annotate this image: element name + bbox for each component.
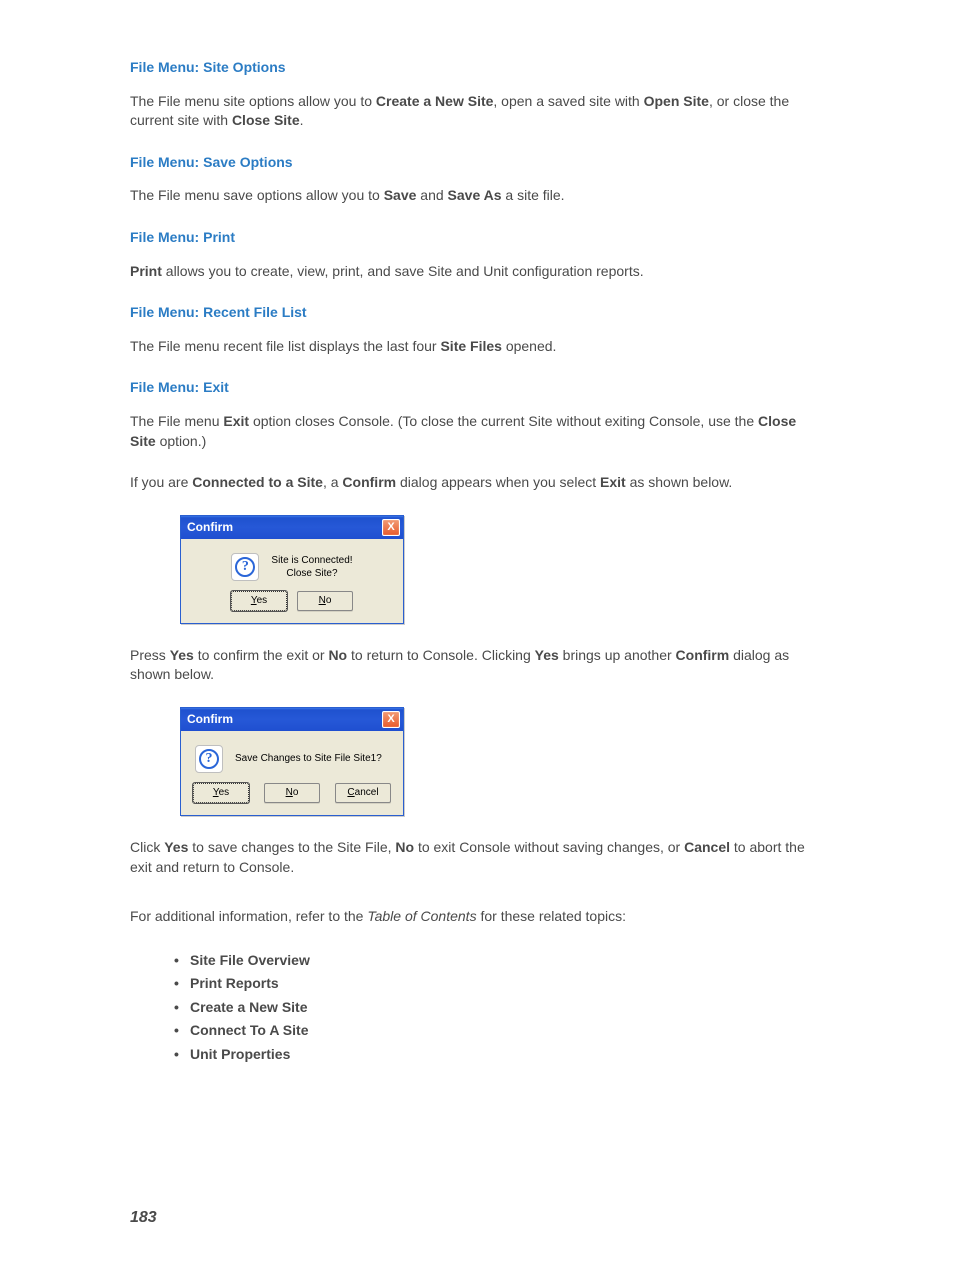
page-number: 183 — [130, 1207, 824, 1229]
text-bold: Exit — [600, 474, 626, 490]
text-bold: Save — [384, 187, 417, 203]
text-bold: No — [395, 839, 414, 855]
para-print: Print allows you to create, view, print,… — [130, 262, 824, 282]
text: option closes Console. (To close the cur… — [249, 413, 758, 429]
text: as shown below. — [626, 474, 733, 490]
text-bold: No — [328, 647, 347, 663]
question-icon: ? — [231, 553, 259, 581]
question-glyph: ? — [199, 749, 219, 769]
text-italic: Table of Contents — [367, 908, 476, 924]
para-recent: The File menu recent file list displays … — [130, 337, 824, 357]
text-bold: Yes — [170, 647, 194, 663]
close-icon[interactable]: X — [382, 711, 400, 728]
text: Click — [130, 839, 164, 855]
text: to exit Console without saving changes, … — [414, 839, 684, 855]
heading-print: File Menu: Print — [130, 228, 824, 248]
no-button[interactable]: No — [297, 591, 353, 611]
yes-button[interactable]: Yes — [193, 783, 249, 803]
list-item: Create a New Site — [174, 996, 824, 1020]
text: The File menu — [130, 413, 223, 429]
text: Close Site? — [286, 568, 337, 579]
text-bold: Close Site — [232, 112, 300, 128]
dialog-message: Save Changes to Site File Site1? — [235, 752, 382, 765]
text: and — [416, 187, 447, 203]
text: The File menu recent file list displays … — [130, 338, 440, 354]
dialog-button-row: Yes No — [181, 591, 403, 623]
text: o — [326, 595, 332, 606]
para-exit-1: The File menu Exit option closes Console… — [130, 412, 824, 451]
para-site-options: The File menu site options allow you to … — [130, 92, 824, 131]
dialog-body: ? Site is Connected! Close Site? — [181, 539, 403, 591]
text: , open a saved site with — [493, 93, 643, 109]
text-bold: Yes — [164, 839, 188, 855]
text-bold: Create a New Site — [376, 93, 494, 109]
heading-exit: File Menu: Exit — [130, 378, 824, 398]
text-underline: C — [347, 787, 354, 798]
heading-recent: File Menu: Recent File List — [130, 303, 824, 323]
dialog-titlebar: Confirm X — [181, 516, 403, 539]
para-save-options: The File menu save options allow you to … — [130, 186, 824, 206]
heading-site-options: File Menu: Site Options — [130, 58, 824, 78]
para-additional-info: For additional information, refer to the… — [130, 907, 824, 927]
cancel-button[interactable]: Cancel — [335, 783, 391, 803]
text: option.) — [156, 433, 207, 449]
list-item: Site File Overview — [174, 949, 824, 973]
para-after-dialog1: Press Yes to confirm the exit or No to r… — [130, 646, 824, 685]
text-underline: N — [319, 595, 326, 606]
dialog-message: Site is Connected! Close Site? — [271, 554, 352, 580]
dialog-title: Confirm — [187, 519, 233, 536]
text: for these related topics: — [477, 908, 626, 924]
text: The File menu site options allow you to — [130, 93, 376, 109]
text: . — [300, 112, 304, 128]
text: to save changes to the Site File, — [188, 839, 395, 855]
text: opened. — [502, 338, 557, 354]
text-bold: Site Files — [440, 338, 501, 354]
text-bold: Confirm — [342, 474, 396, 490]
text: es — [219, 787, 230, 798]
yes-button[interactable]: Yes — [231, 591, 287, 611]
confirm-dialog-save-changes: Confirm X ? Save Changes to Site File Si… — [180, 707, 404, 816]
close-icon[interactable]: X — [382, 519, 400, 536]
list-item: Connect To A Site — [174, 1019, 824, 1043]
text-bold: Connected to a Site — [192, 474, 323, 490]
text: For additional information, refer to the — [130, 908, 367, 924]
question-icon: ? — [195, 745, 223, 773]
text: dialog appears when you select — [396, 474, 600, 490]
text-bold: Exit — [223, 413, 249, 429]
dialog-titlebar: Confirm X — [181, 708, 403, 731]
text-bold: Open Site — [644, 93, 709, 109]
para-exit-2: If you are Connected to a Site, a Confir… — [130, 473, 824, 493]
dialog-title: Confirm — [187, 711, 233, 728]
text-bold: Print — [130, 263, 162, 279]
related-topics-list: Site File Overview Print Reports Create … — [174, 949, 824, 1067]
text: If you are — [130, 474, 192, 490]
text: to return to Console. Clicking — [347, 647, 535, 663]
no-button[interactable]: No — [264, 783, 320, 803]
text: allows you to create, view, print, and s… — [162, 263, 644, 279]
list-item: Unit Properties — [174, 1043, 824, 1067]
dialog-button-row: Yes No Cancel — [181, 783, 403, 815]
text: a site file. — [502, 187, 565, 203]
text-underline: N — [286, 787, 293, 798]
confirm-dialog-close-site: Confirm X ? Site is Connected! Close Sit… — [180, 515, 404, 624]
para-after-dialog2: Click Yes to save changes to the Site Fi… — [130, 838, 824, 877]
text-bold: Cancel — [684, 839, 730, 855]
text: es — [257, 595, 268, 606]
text-bold: Save As — [448, 187, 502, 203]
list-item: Print Reports — [174, 972, 824, 996]
text-bold: Yes — [535, 647, 559, 663]
question-glyph: ? — [235, 557, 255, 577]
text: Press — [130, 647, 170, 663]
text-bold: Confirm — [676, 647, 730, 663]
dialog-body: ? Save Changes to Site File Site1? — [181, 731, 403, 783]
text: to confirm the exit or — [194, 647, 329, 663]
text: ancel — [355, 787, 379, 798]
text: brings up another — [559, 647, 676, 663]
text: , a — [323, 474, 342, 490]
text: o — [293, 787, 299, 798]
text: Site is Connected! — [271, 555, 352, 566]
heading-save-options: File Menu: Save Options — [130, 153, 824, 173]
text: The File menu save options allow you to — [130, 187, 384, 203]
